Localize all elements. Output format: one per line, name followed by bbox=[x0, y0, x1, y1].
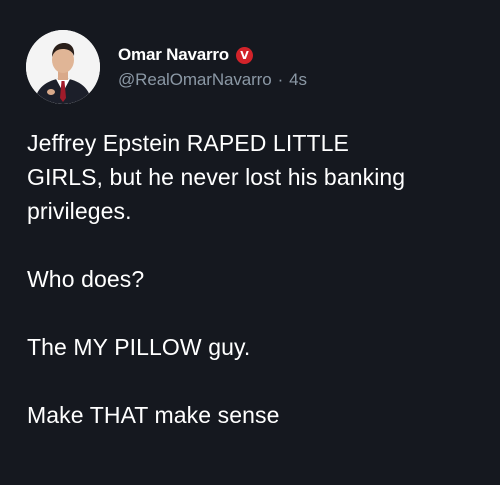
meta-row: @RealOmarNavarro · 4s bbox=[118, 70, 307, 90]
author-name[interactable]: Omar Navarro bbox=[118, 45, 229, 65]
verified-badge-icon: V bbox=[236, 46, 253, 64]
post-body: Jeffrey Epstein RAPED LITTLE GIRLS, but … bbox=[27, 126, 487, 432]
post-body-line: Make THAT make sense bbox=[27, 402, 280, 428]
name-row: Omar Navarro V bbox=[118, 44, 307, 66]
verified-badge-letter: V bbox=[240, 48, 249, 62]
post-body-line: Jeffrey Epstein RAPED LITTLE bbox=[27, 130, 349, 156]
post-body-line: Who does? bbox=[27, 266, 145, 292]
post-body-line: privileges. bbox=[27, 198, 132, 224]
author-avatar[interactable] bbox=[26, 30, 100, 104]
post-header: Omar Navarro V @RealOmarNavarro · 4s bbox=[118, 44, 307, 90]
post-body-line: GIRLS, but he never lost his banking bbox=[27, 164, 406, 190]
post-card: Omar Navarro V @RealOmarNavarro · 4s Jef… bbox=[0, 0, 500, 485]
profile-photo-icon bbox=[26, 30, 100, 104]
post-timestamp[interactable]: 4s bbox=[289, 70, 307, 90]
post-body-line: The MY PILLOW guy. bbox=[27, 334, 251, 360]
meta-separator: · bbox=[277, 70, 284, 89]
author-handle[interactable]: @RealOmarNavarro bbox=[118, 70, 272, 90]
